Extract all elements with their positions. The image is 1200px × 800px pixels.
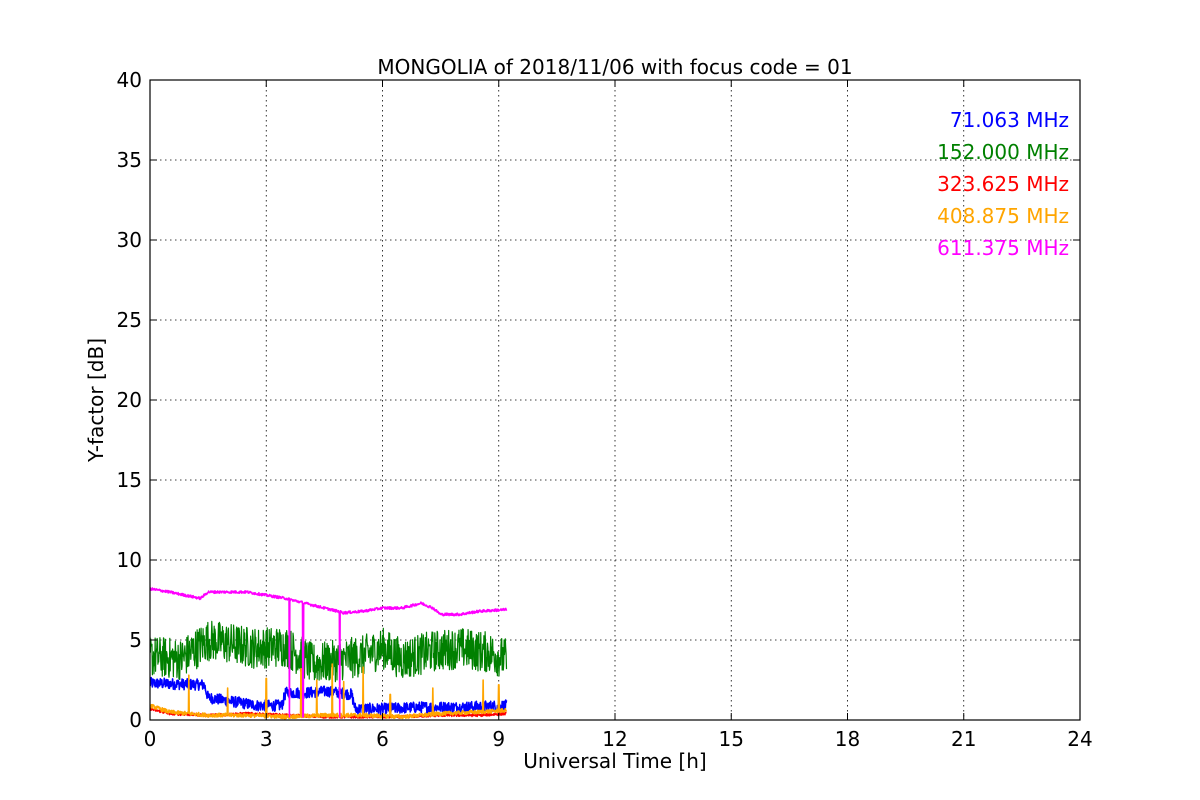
x-tick-label: 6 xyxy=(376,727,389,751)
legend-entry-3: 323.625 MHz xyxy=(937,172,1069,196)
chart-title: MONGOLIA of 2018/11/06 with focus code =… xyxy=(377,55,852,79)
x-tick-label: 12 xyxy=(602,727,627,751)
legend-entry-2: 152.000 MHz xyxy=(937,140,1069,164)
series-line-1 xyxy=(150,676,508,716)
chart: MONGOLIA of 2018/11/06 with focus code =… xyxy=(84,55,1093,773)
x-axis-label: Universal Time [h] xyxy=(523,749,706,773)
legend: 71.063 MHz 152.000 MHz 323.625 MHz 408.875 … xyxy=(937,108,1069,260)
series-line-2 xyxy=(150,620,508,683)
x-tick-label: 24 xyxy=(1067,727,1092,751)
y-tick-label: 0 xyxy=(129,708,142,732)
y-tick-label: 10 xyxy=(117,548,142,572)
legend-entry-1: 71.063 MHz xyxy=(950,108,1069,132)
y-tick-label: 5 xyxy=(129,628,142,652)
x-tick-label: 3 xyxy=(260,727,273,751)
y-tick-label: 30 xyxy=(117,228,142,252)
y-tick-label: 35 xyxy=(117,148,142,172)
x-tick-label: 9 xyxy=(492,727,505,751)
y-tick-label: 40 xyxy=(117,68,142,92)
x-tick-label: 0 xyxy=(144,727,157,751)
y-tick-label: 25 xyxy=(117,308,142,332)
series-layer xyxy=(150,587,508,720)
x-tick-label: 21 xyxy=(951,727,976,751)
legend-entry-4: 408.875 MHz xyxy=(937,204,1069,228)
x-tick-label: 15 xyxy=(719,727,744,751)
y-axis-label: Y-factor [dB] xyxy=(84,338,108,463)
legend-entry-5: 611.375 MHz xyxy=(937,236,1069,260)
y-tick-label: 20 xyxy=(117,388,142,412)
y-tick-label: 15 xyxy=(117,468,142,492)
plot-area xyxy=(150,587,508,720)
x-tick-label: 18 xyxy=(835,727,860,751)
